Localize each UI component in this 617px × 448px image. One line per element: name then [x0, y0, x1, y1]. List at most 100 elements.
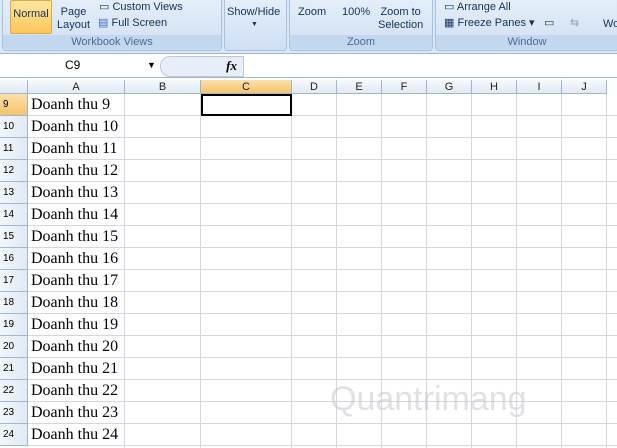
row-header[interactable]: 15	[0, 226, 28, 248]
workbook-views-label: Workbook Views	[3, 35, 221, 49]
freeze-panes-button[interactable]: ▦ Freeze Panes ▾	[444, 17, 535, 30]
normal-view-button[interactable]: Normal	[10, 0, 52, 34]
cell-a[interactable]: Doanh thu 20	[28, 336, 125, 358]
fx-icon[interactable]: fx	[226, 58, 237, 74]
name-box-value: C9	[65, 58, 81, 72]
watermark-logo: Quantrimang	[330, 380, 527, 418]
row-header[interactable]: 20	[0, 336, 28, 358]
column-header-b[interactable]: B	[125, 80, 201, 94]
column-header-h[interactable]: H	[472, 80, 517, 94]
gridline	[28, 335, 617, 336]
cell-a[interactable]: Doanh thu 24	[28, 424, 125, 446]
active-cell-c9[interactable]	[201, 94, 292, 116]
row-header[interactable]: 23	[0, 402, 28, 424]
arrange-all-button[interactable]: ▭ Arrange All	[444, 1, 511, 14]
row-header[interactable]: 11	[0, 138, 28, 160]
arrange-all-label: Arrange All	[456, 1, 511, 13]
arrange-all-icon: ▭	[444, 1, 455, 13]
row-header[interactable]: 13	[0, 182, 28, 204]
zoom-to-selection-button[interactable]: Zoom to Selection	[378, 6, 423, 32]
cell-a[interactable]: Doanh thu 9	[28, 94, 125, 116]
column-header-f[interactable]: F	[382, 80, 427, 94]
cell-a[interactable]: Doanh thu 11	[28, 138, 125, 160]
gridline	[28, 291, 617, 292]
column-header-e[interactable]: E	[337, 80, 382, 94]
gridline	[28, 445, 617, 446]
zoom-group-label: Zoom	[290, 35, 432, 49]
gridline	[28, 379, 617, 380]
sync-scroll-icon[interactable]: ⇆	[570, 17, 579, 30]
freeze-panes-icon: ▦	[444, 17, 455, 29]
row-header[interactable]: 22	[0, 380, 28, 402]
row-header[interactable]: 18	[0, 292, 28, 314]
column-header-d[interactable]: D	[292, 80, 337, 94]
cell-a[interactable]: Doanh thu 23	[28, 402, 125, 424]
row-header[interactable]: 9	[0, 94, 28, 116]
row-header[interactable]: 24	[0, 424, 28, 446]
gridline	[28, 313, 617, 314]
row-header[interactable]: 17	[0, 270, 28, 292]
gridline	[606, 94, 607, 448]
cell-a[interactable]: Doanh thu 17	[28, 270, 125, 292]
page-layout-label: Page	[60, 6, 87, 18]
row-header[interactable]: 12	[0, 160, 28, 182]
gridline	[28, 423, 617, 424]
gridline	[28, 203, 617, 204]
cell-a[interactable]: Doanh thu 19	[28, 314, 125, 336]
column-header-i[interactable]: I	[517, 80, 562, 94]
gridline	[28, 181, 617, 182]
ribbon: Normal Page Layout ▭ Custom Views ▤ Full …	[0, 0, 617, 54]
row-header[interactable]: 10	[0, 116, 28, 138]
gridline	[200, 94, 201, 448]
cell-a[interactable]: Doanh thu 22	[28, 380, 125, 402]
zoom-100-button[interactable]: 100%	[342, 6, 370, 19]
zoom-sel-label-2: Selection	[378, 19, 424, 31]
cell-a[interactable]: Doanh thu 21	[28, 358, 125, 380]
hide-window-icon[interactable]: ▭	[544, 17, 554, 30]
full-screen-label: Full Screen	[111, 17, 168, 29]
gridline	[28, 269, 617, 270]
gridline	[28, 401, 617, 402]
row-header[interactable]: 19	[0, 314, 28, 336]
gridline	[561, 94, 562, 448]
cell-a[interactable]: Doanh thu 14	[28, 204, 125, 226]
gridline	[291, 94, 292, 448]
cell-a[interactable]: Doanh thu 10	[28, 116, 125, 138]
zoom-button[interactable]: Zoom	[298, 6, 326, 19]
custom-views-button[interactable]: ▭ Custom Views	[99, 1, 183, 14]
zoom-group: Zoom 100% Zoom to Selection Zoom	[289, 0, 433, 51]
chevron-down-icon: ▼	[251, 21, 258, 28]
cell-a[interactable]: Doanh thu 18	[28, 292, 125, 314]
cell-a[interactable]: Doanh thu 16	[28, 248, 125, 270]
name-box[interactable]: C9 ▼	[1, 56, 161, 75]
gridline	[28, 137, 617, 138]
row-header[interactable]: 16	[0, 248, 28, 270]
cell-a[interactable]: Doanh thu 13	[28, 182, 125, 204]
gridline	[28, 115, 617, 116]
gridline	[124, 94, 125, 448]
gridline	[28, 247, 617, 248]
select-all-button[interactable]	[0, 80, 28, 94]
column-header-j[interactable]: J	[562, 80, 607, 94]
full-screen-button[interactable]: ▤ Full Screen	[98, 17, 167, 30]
row-header[interactable]: 14	[0, 204, 28, 226]
row-header[interactable]: 21	[0, 358, 28, 380]
page-layout-button[interactable]: Page Layout	[57, 6, 90, 32]
workbook-views-group: Normal Page Layout ▭ Custom Views ▤ Full …	[2, 0, 222, 51]
gridline	[28, 225, 617, 226]
freeze-panes-label: Freeze Panes	[457, 17, 526, 29]
formula-bar: C9 ▼ fx	[0, 54, 617, 78]
show-hide-group[interactable]: Show/Hide ▼	[224, 0, 287, 51]
cell-a[interactable]: Doanh thu 15	[28, 226, 125, 248]
switch-windows-label[interactable]: Wo	[603, 18, 617, 31]
window-group: ▭ Arrange All ▦ Freeze Panes ▾ ▭ ⇆ Wo Wi…	[435, 0, 617, 51]
formula-input[interactable]	[244, 56, 617, 75]
window-group-label: Window	[436, 35, 617, 49]
insert-function-area: fx	[160, 56, 244, 77]
page-layout-label-2: Layout	[57, 19, 91, 31]
column-header-a[interactable]: A	[28, 80, 125, 94]
column-header-g[interactable]: G	[427, 80, 472, 94]
column-header-c[interactable]: C	[201, 80, 292, 94]
cell-a[interactable]: Doanh thu 12	[28, 160, 125, 182]
gridline	[28, 357, 617, 358]
